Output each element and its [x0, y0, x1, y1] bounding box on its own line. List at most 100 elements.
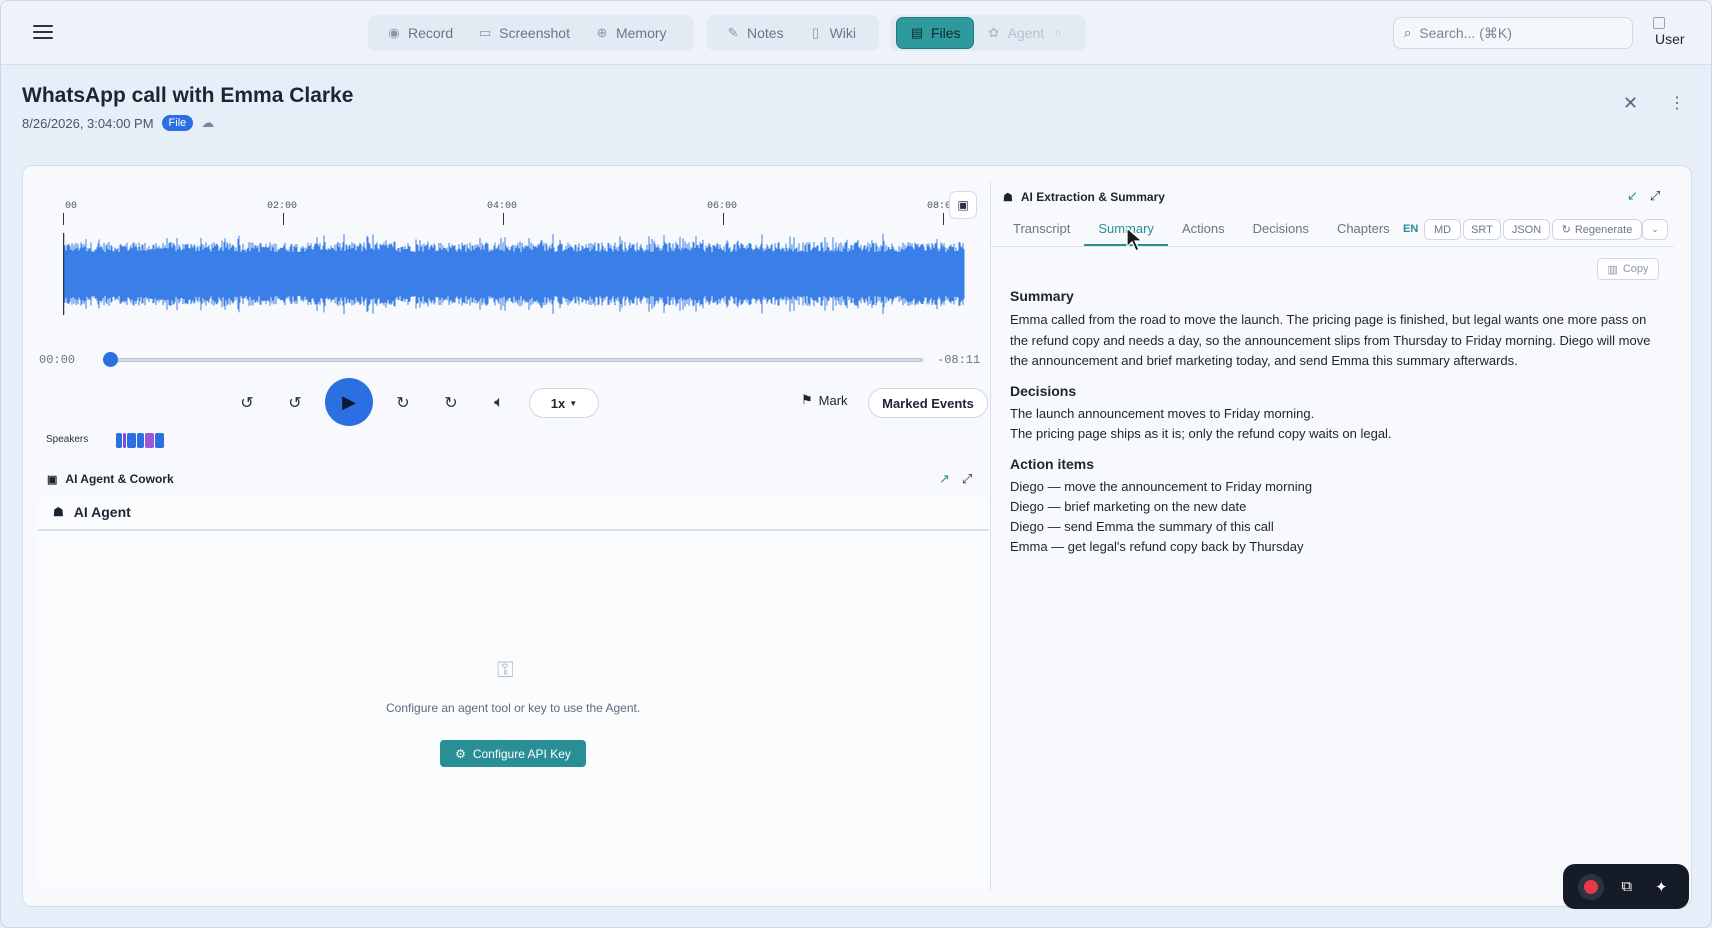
- regenerate-options-button[interactable]: ⌄: [1642, 219, 1668, 240]
- nav-screenshot-button[interactable]: ▭ Screenshot: [465, 17, 582, 49]
- key-icon: ⚿: [497, 657, 514, 682]
- picture-in-picture-icon[interactable]: ▣: [949, 191, 977, 219]
- collapse-icon[interactable]: ↙: [1627, 188, 1638, 204]
- speaker-segment[interactable]: [127, 433, 136, 448]
- app-window: ◉ Record ▭ Screenshot ⊕ Memory ✎ Notes ▯ Wiki…: [0, 0, 1712, 928]
- more-options-icon[interactable]: ⋮: [1669, 93, 1685, 113]
- top-bar: ◉ Record ▭ Screenshot ⊕ Memory ✎ Notes ▯ Wiki…: [1, 1, 1711, 65]
- expand-icon[interactable]: ⤢: [1650, 188, 1660, 204]
- panel-divider[interactable]: [990, 181, 991, 891]
- action-item: Emma — get legal's refund copy back by T…: [1010, 539, 1304, 554]
- remaining-time: -08:11: [937, 353, 981, 367]
- screen-capture-icon[interactable]: ⧉: [1621, 878, 1632, 895]
- agent-section-actions: ↗ ⤢: [939, 471, 972, 487]
- timeline-tick: 08:0: [927, 201, 952, 212]
- nav-files-button[interactable]: ▤ Files: [896, 17, 974, 49]
- play-icon: ▶: [342, 391, 356, 412]
- page-title: WhatsApp call with Emma Clarke: [22, 84, 354, 107]
- refresh-icon: ↻: [1561, 224, 1571, 236]
- files-icon: ▤: [910, 25, 924, 40]
- nav-group-files: ▤ Files ✿ Agent ⌂: [890, 15, 1086, 51]
- recording-meta: 8/26/2026, 3:04:00 PM File ☁: [22, 115, 214, 131]
- agent-empty-message: Configure an agent tool or key to use th…: [386, 701, 641, 715]
- skip-forward-10-icon[interactable]: ↻: [390, 390, 416, 416]
- language-toggle[interactable]: EN: [1403, 223, 1418, 235]
- timeline-tick: 06:00: [707, 201, 738, 212]
- menu-icon[interactable]: [31, 21, 55, 45]
- speaker-segment[interactable]: [145, 433, 154, 448]
- volume-icon[interactable]: 🔈︎: [486, 390, 512, 416]
- timeline-tick: 00: [65, 201, 78, 212]
- summary-text: Emma called from the road to move the la…: [1010, 312, 1651, 368]
- audio-waveform[interactable]: [63, 233, 965, 315]
- mark-button[interactable]: ⚑ Mark: [801, 392, 848, 408]
- export-md-button[interactable]: MD: [1424, 219, 1461, 240]
- sparkle-icon[interactable]: ✦: [1655, 878, 1668, 896]
- speaker-segment[interactable]: [155, 433, 164, 448]
- speaker-segment[interactable]: [116, 433, 122, 448]
- decision-item: The launch announcement moves to Friday …: [1010, 406, 1315, 421]
- configure-api-key-button[interactable]: ⚙ Configure API Key: [440, 740, 586, 767]
- tab-transcript[interactable]: Transcript: [999, 217, 1084, 247]
- chevron-down-icon: ⌄: [1651, 224, 1659, 234]
- agent-panel: [38, 495, 989, 889]
- export-srt-button[interactable]: SRT: [1463, 219, 1501, 240]
- search-icon: ⌕: [1404, 25, 1412, 40]
- copy-icon: ▥: [1607, 263, 1618, 276]
- expand-icon[interactable]: ⤢: [962, 471, 972, 487]
- decisions-heading: Decisions: [1010, 383, 1077, 399]
- tab-decisions[interactable]: Decisions: [1239, 217, 1323, 247]
- speaker-timeline[interactable]: [116, 433, 164, 448]
- memory-icon: ⊕: [596, 25, 608, 40]
- robot-icon: ☗: [1003, 191, 1013, 204]
- skip-forward-30-icon[interactable]: ↻: [438, 390, 464, 416]
- gear-icon: ⚙: [455, 746, 466, 761]
- record-dot-icon[interactable]: [1584, 879, 1599, 894]
- wiki-icon: ▯: [812, 25, 820, 40]
- nav-wiki-button[interactable]: ▯ Wiki: [796, 17, 868, 49]
- nav-group-knowledge: ✎ Notes ▯ Wiki: [707, 15, 879, 51]
- agent-icon: ✿: [988, 25, 1000, 40]
- seek-bar[interactable]: [109, 358, 923, 362]
- current-time: 00:00: [39, 353, 76, 367]
- playback-speed-select[interactable]: 1x ▼: [529, 388, 599, 418]
- extraction-tabs: Transcript Summary Actions Decisions Cha…: [999, 217, 1404, 247]
- nav-record-button[interactable]: ◉ Record: [374, 17, 465, 49]
- copy-button[interactable]: ▥ Copy: [1597, 258, 1659, 280]
- tab-chapters[interactable]: Chapters: [1323, 217, 1404, 247]
- bookmark-icon: ⚑: [801, 392, 813, 407]
- pop-out-icon[interactable]: ↗: [939, 471, 950, 487]
- search-input[interactable]: ⌕ Search... (⌘K): [1393, 17, 1633, 49]
- speaker-segment[interactable]: [123, 433, 126, 448]
- skip-back-10-icon[interactable]: ↺: [282, 390, 308, 416]
- regenerate-button[interactable]: ↻ Regenerate: [1552, 219, 1642, 240]
- timeline-tick: 02:00: [267, 201, 298, 212]
- nav-group-capture: ◉ Record ▭ Screenshot ⊕ Memory: [368, 15, 694, 51]
- extraction-panel-actions: ↙ ⤢: [1627, 188, 1660, 204]
- waveform-timeline: 00 02:00 04:00 06:00 08:0: [63, 201, 965, 225]
- seek-handle[interactable]: [103, 352, 118, 367]
- file-badge: File: [161, 115, 194, 131]
- skip-back-30-icon[interactable]: ↺: [234, 390, 260, 416]
- robot-icon: ☗: [53, 505, 64, 519]
- decision-item: The pricing page ships as it is; only th…: [1010, 426, 1392, 441]
- speakers-label: Speakers: [46, 434, 89, 445]
- avatar-image-icon: [1653, 17, 1665, 29]
- play-button[interactable]: ▶: [325, 378, 373, 426]
- agent-section-header: ▣ AI Agent & Cowork: [47, 472, 174, 486]
- nav-memory-button[interactable]: ⊕ Memory: [582, 17, 679, 49]
- nav-agent-button[interactable]: ✿ Agent ⌂: [974, 17, 1079, 49]
- extraction-panel-header: ☗ AI Extraction & Summary: [1003, 190, 1165, 204]
- close-icon[interactable]: ✕: [1623, 93, 1638, 114]
- floating-toolbar: ⧉ ✦: [1563, 864, 1689, 909]
- nav-notes-button[interactable]: ✎ Notes: [713, 17, 796, 49]
- export-json-button[interactable]: JSON: [1503, 219, 1550, 240]
- action-item: Diego — send Emma the summary of this ca…: [1010, 519, 1274, 534]
- action-item: Diego — brief marketing on the new date: [1010, 499, 1247, 514]
- cloud-upload-icon[interactable]: ☁: [201, 115, 214, 131]
- marked-events-button[interactable]: Marked Events: [868, 388, 988, 418]
- record-icon: ◉: [388, 25, 400, 40]
- tab-actions[interactable]: Actions: [1168, 217, 1239, 247]
- user-avatar[interactable]: User: [1653, 17, 1685, 49]
- speaker-segment[interactable]: [137, 433, 144, 448]
